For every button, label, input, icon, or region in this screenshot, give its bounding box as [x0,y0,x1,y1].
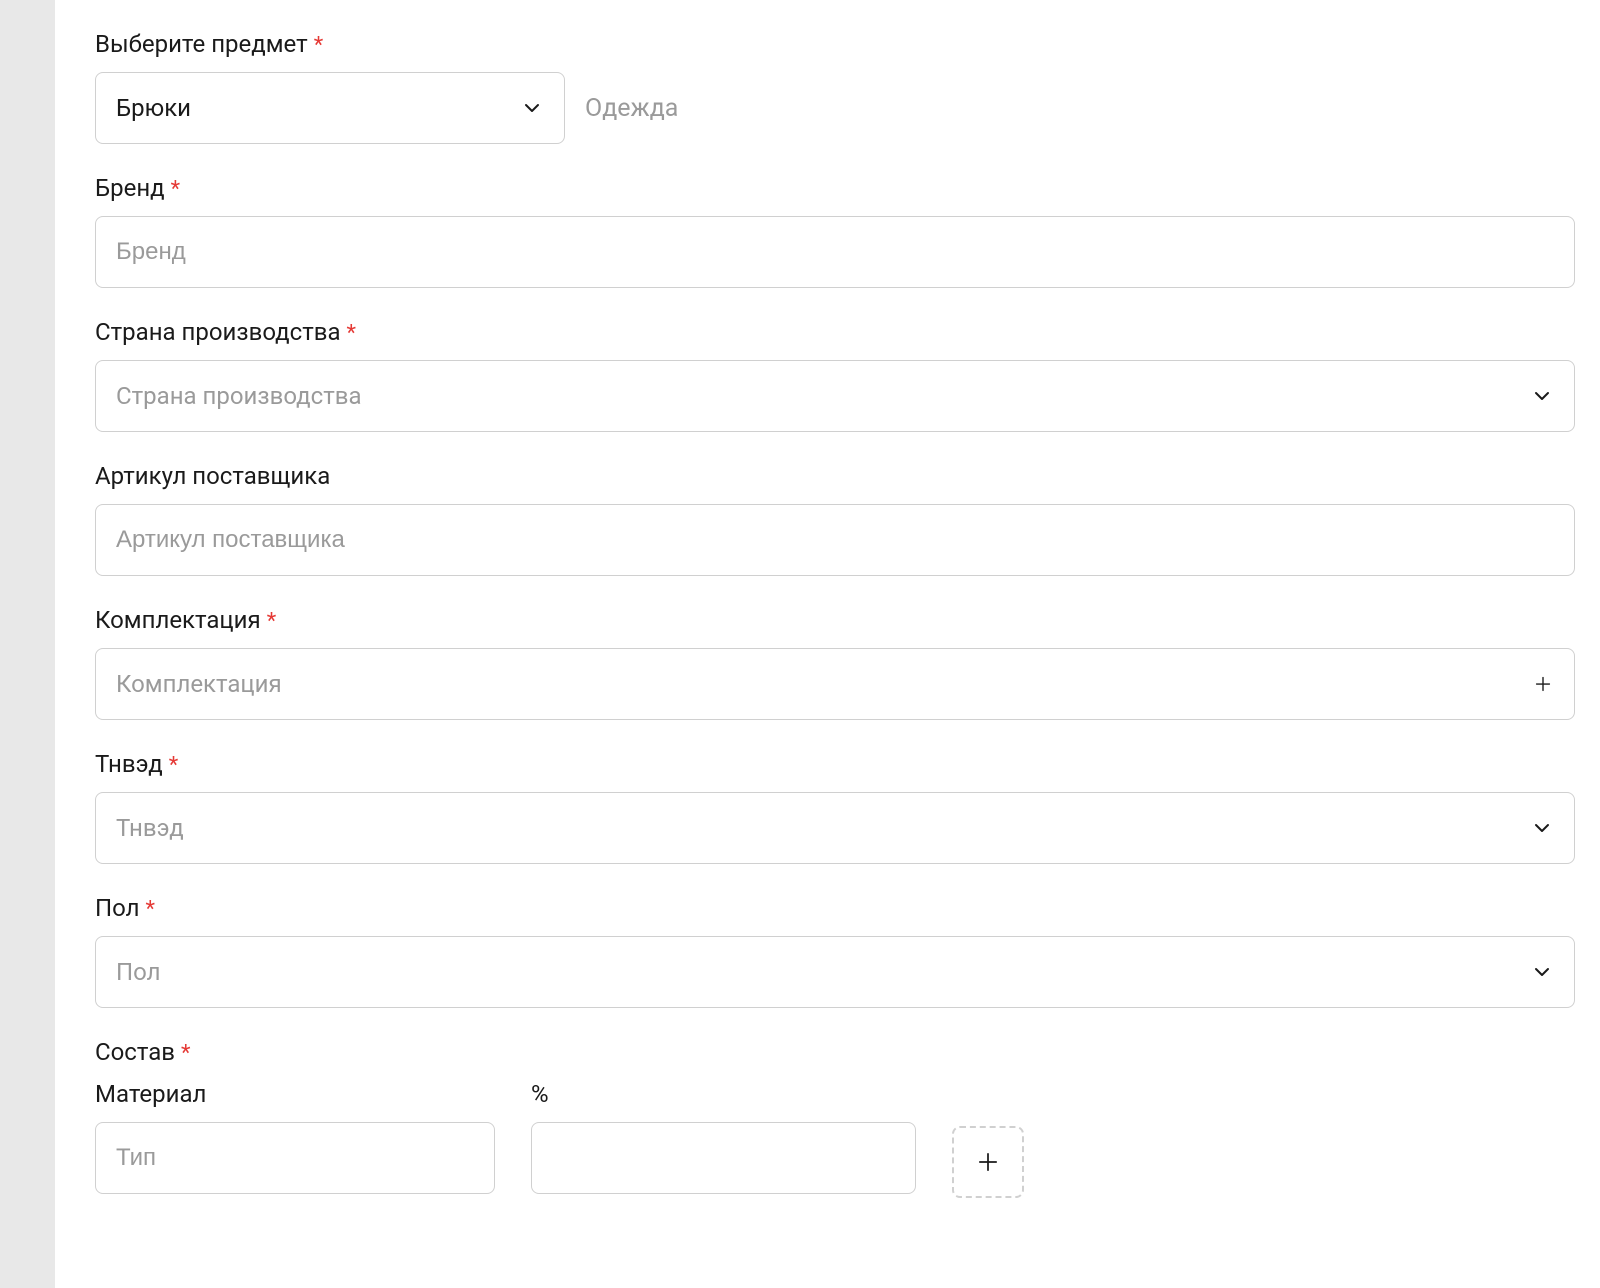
sidebar-gap [0,0,55,1288]
percent-input[interactable] [531,1122,916,1194]
form-container: Выберите предмет * Брюки Одежда Бренд * … [55,0,1600,1288]
label-text: Пол [95,894,140,922]
required-star: * [171,177,180,202]
required-star: * [146,897,155,922]
label-text: Выберите предмет [95,30,308,58]
equipment-input[interactable]: Комплектация [95,648,1575,720]
field-equipment: Комплектация * Комплектация [95,606,1575,720]
chevron-down-icon [1530,960,1554,984]
equipment-placeholder: Комплектация [116,670,282,698]
add-composition-button[interactable] [952,1126,1024,1198]
item-select-value: Брюки [116,94,191,122]
label-gender: Пол * [95,894,1575,922]
field-composition: Состав * Материал % [95,1038,1575,1198]
label-text: Бренд [95,174,165,202]
label-composition: Состав * [95,1038,1575,1066]
field-gender: Пол * Пол [95,894,1575,1008]
required-star: * [169,753,178,778]
chevron-down-icon [1530,384,1554,408]
gender-placeholder: Пол [116,958,161,986]
label-item-select: Выберите предмет * [95,30,1575,58]
percent-label: % [531,1080,916,1108]
required-star: * [267,609,276,634]
plus-icon [974,1148,1002,1176]
tnved-placeholder: Тнвэд [116,814,184,842]
field-item-select: Выберите предмет * Брюки Одежда [95,30,1575,144]
label-text: Состав [95,1038,175,1066]
required-star: * [314,33,323,58]
field-country: Страна производства * Страна производств… [95,318,1575,432]
label-text: Артикул поставщика [95,462,330,490]
country-placeholder: Страна производства [116,382,362,410]
label-country: Страна производства * [95,318,1575,346]
field-brand: Бренд * [95,174,1575,288]
required-star: * [181,1041,190,1066]
label-text: Страна производства [95,318,341,346]
field-tnved: Тнвэд * Тнвэд [95,750,1575,864]
percent-column: % [531,1080,916,1194]
label-brand: Бренд * [95,174,1575,202]
chevron-down-icon [520,96,544,120]
material-label: Материал [95,1080,495,1108]
plus-icon [1532,673,1554,695]
label-supplier-article: Артикул поставщика [95,462,1575,490]
supplier-article-input[interactable] [95,504,1575,576]
item-select-dropdown[interactable]: Брюки [95,72,565,144]
item-category-text: Одежда [585,94,678,123]
material-column: Материал [95,1080,495,1194]
label-tnved: Тнвэд * [95,750,1575,778]
chevron-down-icon [1530,816,1554,840]
material-input[interactable] [95,1122,495,1194]
brand-input[interactable] [95,216,1575,288]
item-select-row: Брюки Одежда [95,72,1575,144]
label-text: Комплектация [95,606,261,634]
composition-row: Материал % [95,1080,1575,1198]
tnved-dropdown[interactable]: Тнвэд [95,792,1575,864]
label-equipment: Комплектация * [95,606,1575,634]
field-supplier-article: Артикул поставщика [95,462,1575,576]
label-text: Тнвэд [95,750,163,778]
country-dropdown[interactable]: Страна производства [95,360,1575,432]
gender-dropdown[interactable]: Пол [95,936,1575,1008]
required-star: * [347,321,356,346]
